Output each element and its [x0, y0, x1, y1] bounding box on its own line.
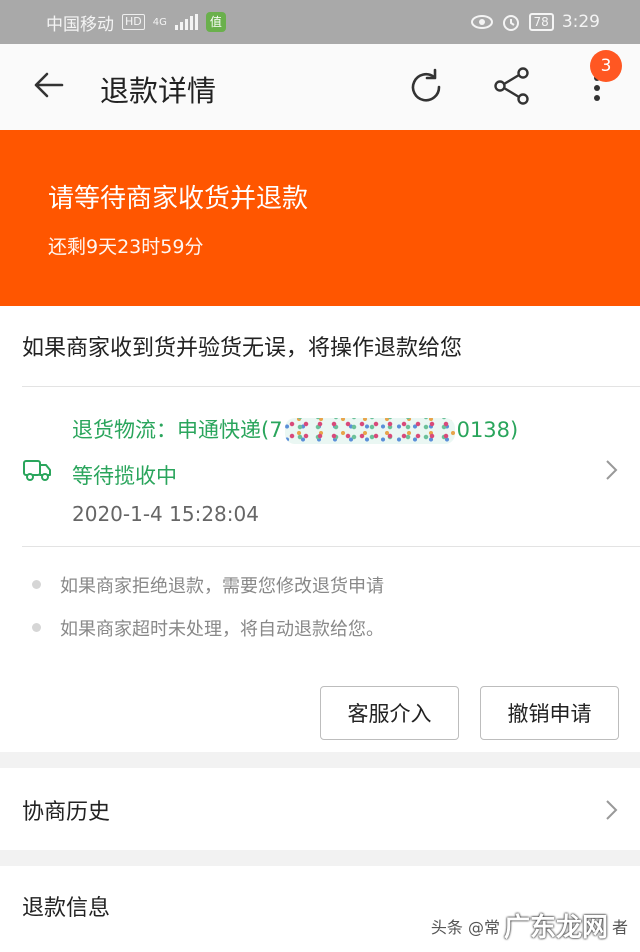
cancel-request-button[interactable]: 撤销申请 [480, 686, 619, 740]
share-icon[interactable] [492, 66, 532, 106]
page-title: 退款详情 [100, 74, 217, 108]
eye-icon [470, 15, 493, 29]
logistics-time: 2020-1-4 15:28:04 [72, 502, 259, 526]
status-bar-right: 78 3:29 [470, 12, 600, 32]
status-bar: 中国移动 HD 4G 值 78 3:29 [0, 0, 640, 44]
logistics-row[interactable]: 退货物流：申通快递(7 0138) 等待揽收中 2020-1-4 15:28:04 [0, 388, 640, 546]
tracking-number-suffix: 0138) [456, 418, 519, 442]
refund-detail-card: 如果商家收到货并验货无误，将操作退款给您 退货物流：申通快递(7 0138) 等待… [0, 306, 640, 752]
history-label: 协商历史 [22, 800, 111, 825]
app-notification-icon: 值 [205, 12, 226, 32]
watermark-prefix: 头条 @常 [430, 917, 500, 937]
logistics-label: 退货物流：申通快递( [72, 418, 270, 442]
watermark-suffix: 者 [611, 917, 628, 937]
divider [22, 386, 640, 387]
logistics-status: 等待揽收中 [72, 464, 177, 488]
signal-icon [174, 14, 198, 30]
watermark-overlay: 广东龙网 [503, 913, 608, 943]
logistics-carrier: 退货物流：申通快递(7 0138) [72, 414, 518, 444]
chevron-right-icon [606, 800, 618, 820]
navigation-bar: 退款详情 3 [0, 44, 640, 130]
back-arrow-icon[interactable] [32, 68, 66, 102]
note-item: 如果商家超时未处理，将自动退款给您。 [60, 619, 384, 640]
bullet-icon [32, 580, 41, 589]
bullet-icon [32, 623, 41, 632]
tracking-number-prefix: 7 [269, 418, 283, 442]
network-type: 4G [152, 16, 167, 28]
negotiation-history-row[interactable]: 协商历史 [0, 768, 640, 850]
refund-info-label: 退款信息 [22, 896, 111, 921]
truck-icon [23, 460, 51, 481]
customer-service-button[interactable]: 客服介入 [320, 686, 459, 740]
status-bar-left: 中国移动 HD 4G 值 [46, 10, 226, 35]
alarm-icon [502, 15, 519, 31]
countdown-text: 还剩9天23时59分 [48, 236, 204, 258]
battery-indicator: 78 [528, 13, 554, 31]
chevron-right-icon [606, 460, 618, 480]
carrier-name: 中国移动 [46, 14, 114, 35]
divider [22, 546, 640, 547]
notification-badge: 3 [590, 50, 622, 82]
clock: 3:29 [561, 12, 600, 32]
banner-title: 请等待商家收货并退款 [48, 184, 309, 214]
watermark: 头条 @常 广东龙网 者 [431, 907, 628, 944]
refresh-icon[interactable] [406, 67, 446, 107]
status-banner: 请等待商家收货并退款 还剩9天23时59分 [0, 130, 640, 306]
hd-tag: HD [122, 14, 145, 30]
note-item: 如果商家拒绝退款，需要您修改退货申请 [60, 576, 384, 597]
redacted-tracking-number [284, 418, 455, 444]
info-message: 如果商家收到货并验货无误，将操作退款给您 [22, 336, 463, 361]
